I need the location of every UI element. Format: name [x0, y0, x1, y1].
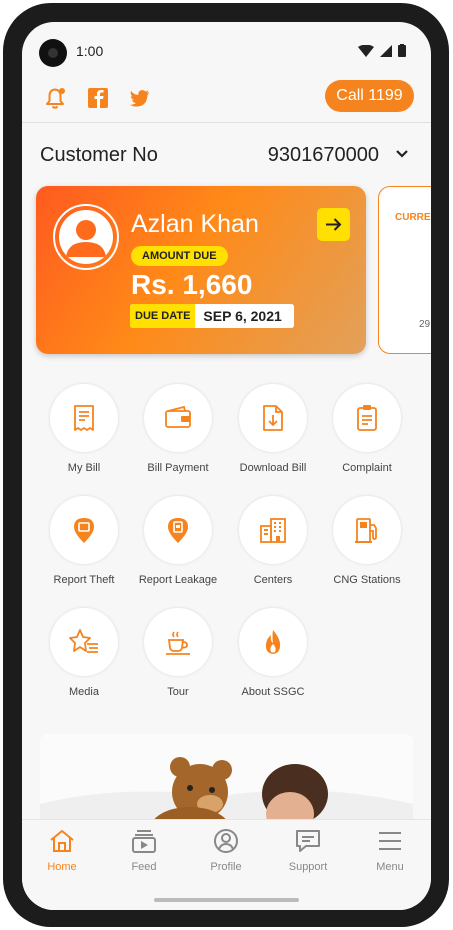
- twitter-icon[interactable]: [127, 85, 153, 111]
- nav-support[interactable]: Support: [278, 828, 338, 873]
- due-date-value: SEP 6, 2021: [195, 304, 294, 328]
- service-cng-stations[interactable]: CNG Stations: [322, 496, 412, 586]
- current-card-value: 29: [419, 319, 431, 330]
- nav-label: Support: [288, 861, 328, 873]
- customer-label: Customer No: [40, 144, 158, 166]
- nav-menu[interactable]: Menu: [360, 828, 420, 873]
- clipboard-icon: [357, 405, 377, 431]
- service-label: Complaint: [342, 462, 392, 474]
- service-complaint[interactable]: Complaint: [322, 384, 412, 474]
- cup-icon: [166, 631, 190, 655]
- amount-due-badge: AMOUNT DUE: [131, 246, 228, 266]
- service-label: Report Leakage: [138, 574, 218, 586]
- status-time: 1:00: [76, 43, 104, 59]
- due-date-box: DUE DATE SEP 6, 2021: [130, 304, 294, 328]
- current-card[interactable]: CURRE 29: [378, 186, 431, 354]
- phone-frame: 1:00 Call 1199 Customer No 9301670000 Az…: [3, 3, 449, 927]
- system-icons: [358, 44, 406, 57]
- service-label: Centers: [253, 574, 293, 586]
- nav-label: Profile: [210, 861, 242, 873]
- service-download-bill[interactable]: Download Bill: [228, 384, 318, 474]
- service-label: CNG Stations: [333, 574, 401, 586]
- leakage-pin-icon: [168, 518, 188, 543]
- service-centers[interactable]: Centers: [228, 496, 318, 586]
- nav-label: Home: [47, 861, 77, 873]
- bottom-nav: Home Feed Profile Support Menu: [22, 819, 431, 910]
- customer-number[interactable]: 9301670000: [268, 144, 379, 167]
- home-indicator[interactable]: [154, 898, 299, 902]
- nav-profile[interactable]: Profile: [196, 828, 256, 873]
- theft-pin-icon: [74, 518, 94, 543]
- nav-label: Feed: [131, 861, 157, 873]
- signal-icon: [380, 44, 392, 57]
- service-about-ssgc[interactable]: About SSGC: [228, 608, 318, 698]
- card-arrow-button[interactable]: [317, 208, 350, 241]
- facebook-icon[interactable]: [85, 85, 111, 111]
- wifi-icon: [358, 44, 374, 57]
- nav-home[interactable]: Home: [32, 828, 92, 873]
- service-label: Bill Payment: [147, 462, 209, 474]
- receipt-icon: [74, 405, 94, 431]
- camera-icon: [39, 39, 67, 67]
- service-my-bill[interactable]: My Bill: [39, 384, 129, 474]
- home-icon: [50, 830, 74, 852]
- battery-icon: [398, 44, 406, 57]
- nav-label: Menu: [376, 861, 404, 873]
- service-media[interactable]: Media: [39, 608, 129, 698]
- avatar: [53, 204, 119, 270]
- service-label: Tour: [167, 686, 189, 698]
- service-report-leakage[interactable]: Report Leakage: [133, 496, 223, 586]
- service-tour[interactable]: Tour: [133, 608, 223, 698]
- buildings-icon: [260, 518, 286, 543]
- status-bar: 1:00: [22, 22, 431, 77]
- service-label: About SSGC: [241, 686, 305, 698]
- chat-icon: [296, 830, 320, 852]
- service-bill-payment[interactable]: Bill Payment: [133, 384, 223, 474]
- amount-value: Rs. 1,660: [131, 269, 253, 300]
- app-screen: 1:00 Call 1199 Customer No 9301670000 Az…: [22, 22, 431, 910]
- service-label: My Bill: [67, 462, 101, 474]
- fuel-pump-icon: [355, 518, 377, 543]
- due-date-label: DUE DATE: [130, 304, 196, 328]
- user-icon: [66, 220, 106, 257]
- profile-icon: [214, 829, 238, 853]
- service-label: Media: [69, 686, 99, 698]
- bill-card[interactable]: Azlan Khan AMOUNT DUE Rs. 1,660 DUE DATE…: [36, 186, 366, 354]
- customer-name: Azlan Khan: [131, 210, 259, 238]
- customer-selector[interactable]: Customer No 9301670000: [22, 140, 431, 170]
- wallet-icon: [165, 405, 191, 428]
- download-document-icon: [263, 405, 283, 431]
- call-button[interactable]: Call 1199: [325, 80, 414, 112]
- star-list-icon: [69, 629, 98, 653]
- service-label: Report Theft: [53, 574, 115, 586]
- bell-icon[interactable]: [42, 85, 68, 111]
- nav-feed[interactable]: Feed: [114, 828, 174, 873]
- chevron-down-icon[interactable]: [395, 149, 409, 159]
- top-bar: Call 1199: [22, 77, 431, 123]
- service-label: Download Bill: [239, 462, 307, 474]
- hamburger-icon: [379, 832, 401, 850]
- arrow-right-icon: [326, 218, 342, 231]
- feed-icon: [132, 830, 156, 853]
- service-report-theft[interactable]: Report Theft: [39, 496, 129, 586]
- flame-icon: [265, 630, 281, 654]
- current-card-title: CURRE: [395, 212, 431, 223]
